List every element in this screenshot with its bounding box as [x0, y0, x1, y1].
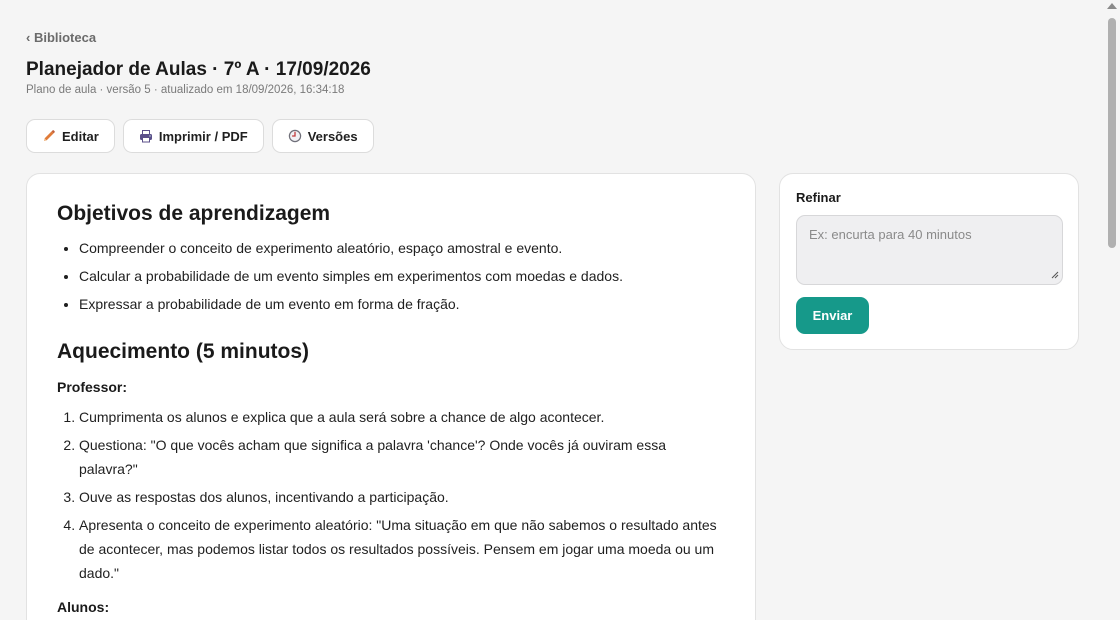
- versions-button-label: Versões: [307, 128, 358, 144]
- students-label: Alunos:: [57, 599, 110, 615]
- refine-panel: Refinar Enviar: [779, 173, 1079, 350]
- page-title: Planejador de Aulas · 7º A · 17/09/2026: [26, 59, 371, 80]
- send-button[interactable]: Enviar: [796, 297, 869, 334]
- page-subtitle: Plano de aula · versão 5 · atualizado em…: [26, 84, 345, 96]
- edit-button[interactable]: Editar: [26, 119, 115, 153]
- objectives-list: Compreender o conceito de experimento al…: [57, 236, 725, 316]
- resize-grip-icon[interactable]: [1051, 271, 1059, 279]
- objectives-heading: Objetivos de aprendizagem: [57, 202, 331, 225]
- teacher-step-item: Apresenta o conceito de experimento alea…: [79, 513, 725, 585]
- teacher-step-item: Cumprimenta os alunos e explica que a au…: [79, 405, 725, 429]
- print-pdf-button-label: Imprimir / PDF: [158, 128, 248, 144]
- teacher-label: Professor:: [57, 379, 128, 395]
- clock-icon: [288, 129, 302, 143]
- versions-button[interactable]: Versões: [271, 119, 374, 153]
- pencil-icon: [42, 129, 56, 143]
- objective-item: Compreender o conceito de experimento al…: [79, 236, 725, 260]
- warmup-heading: Aquecimento (5 minutos): [57, 340, 310, 363]
- scroll-up-arrow-icon[interactable]: [1107, 3, 1117, 9]
- teacher-step-item: Ouve as respostas dos alunos, incentivan…: [79, 485, 725, 509]
- lesson-planner-page: ‹ Biblioteca Planejador de Aulas · 7º A …: [0, 0, 1120, 620]
- back-to-library-link[interactable]: ‹ Biblioteca: [26, 30, 96, 45]
- scrollbar-thumb[interactable]: [1108, 18, 1116, 248]
- printer-icon: [139, 129, 153, 143]
- lesson-plan-content: Objetivos de aprendizagem Compreender o …: [26, 173, 756, 620]
- print-pdf-button[interactable]: Imprimir / PDF: [122, 119, 264, 153]
- teacher-steps-list: Cumprimenta os alunos e explica que a au…: [57, 405, 725, 585]
- objective-item: Calcular a probabilidade de um evento si…: [79, 264, 725, 288]
- page-scrollbar[interactable]: [1104, 0, 1120, 620]
- refine-input[interactable]: [796, 215, 1063, 285]
- objective-item: Expressar a probabilidade de um evento e…: [79, 292, 725, 316]
- refine-title: Refinar: [796, 190, 841, 205]
- edit-button-label: Editar: [62, 128, 99, 144]
- teacher-step-item: Questiona: "O que vocês acham que signif…: [79, 433, 725, 481]
- toolbar: Editar Imprimir / PDF Versões: [26, 119, 374, 153]
